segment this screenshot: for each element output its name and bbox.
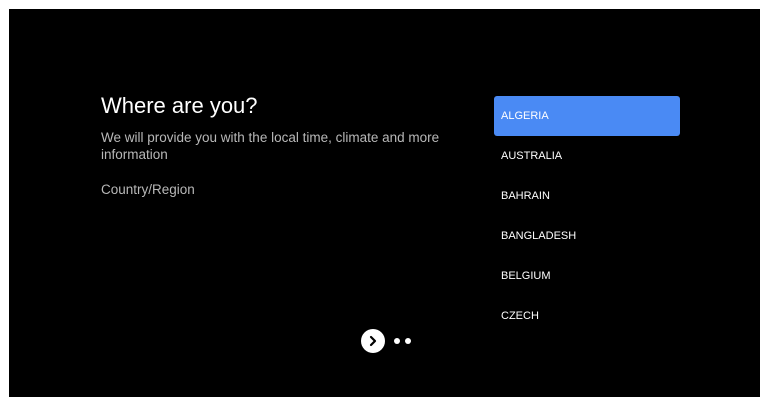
chevron-right-icon bbox=[369, 335, 377, 347]
country-item-bangladesh[interactable]: BANGLADESH bbox=[494, 216, 680, 256]
next-button[interactable] bbox=[361, 329, 385, 353]
page-subtitle: We will provide you with the local time,… bbox=[101, 130, 440, 162]
country-item-czech[interactable]: CZECH bbox=[494, 296, 680, 336]
step-pager bbox=[361, 329, 411, 353]
setup-screen: Where are you? We will provide you with … bbox=[9, 9, 760, 397]
step-dot bbox=[405, 338, 411, 344]
step-dot bbox=[394, 338, 400, 344]
page-title: Where are you? bbox=[101, 93, 258, 118]
country-region-label: Country/Region bbox=[101, 182, 195, 197]
country-item-belgium[interactable]: BELGIUM bbox=[494, 256, 680, 296]
country-item-algeria[interactable]: ALGERIA bbox=[494, 96, 680, 136]
country-list: ALGERIA AUSTRALIA BAHRAIN BANGLADESH BEL… bbox=[494, 96, 680, 336]
country-item-australia[interactable]: AUSTRALIA bbox=[494, 136, 680, 176]
country-item-bahrain[interactable]: BAHRAIN bbox=[494, 176, 680, 216]
